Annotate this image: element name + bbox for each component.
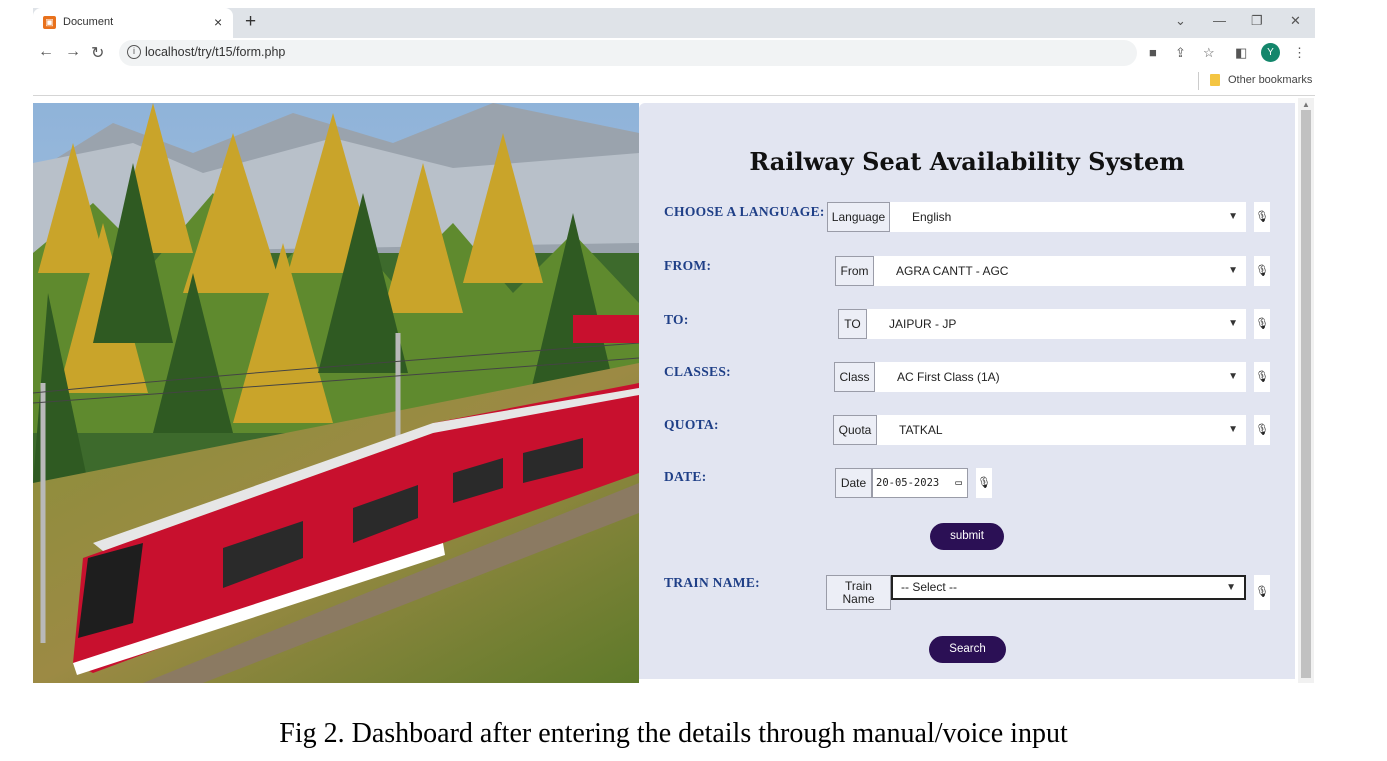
back-arrow-icon[interactable]: ← [38, 43, 54, 61]
mic-icon[interactable]: 🎙 [1254, 202, 1270, 232]
seat-form-panel: Railway Seat Availability System CHOOSE … [639, 103, 1295, 679]
quota-label: QUOTA: [664, 417, 719, 432]
figure-caption: Fig 2. Dashboard after entering the deta… [279, 718, 1068, 749]
class-addon: Class [834, 362, 875, 392]
date-input[interactable]: 20-05-2023 ▭ [872, 468, 968, 498]
info-icon[interactable]: i [127, 45, 141, 59]
url-text[interactable]: localhost/try/t15/form.php [145, 45, 285, 59]
camera-icon[interactable]: ■ [1149, 45, 1157, 60]
mic-icon[interactable]: 🎙 [1254, 309, 1270, 339]
page-viewport: Railway Seat Availability System CHOOSE … [33, 103, 1295, 683]
page-scrollbar[interactable]: ▲ [1298, 98, 1314, 683]
page: ▣ Document × + ⌄ — ❐ ✕ ← → ↻ i localhost… [0, 0, 1387, 761]
mic-icon[interactable]: 🎙 [1254, 415, 1270, 445]
folder-icon [1210, 74, 1220, 86]
train-addon-line2: Name [842, 592, 875, 606]
train-name-select[interactable]: -- Select -- ▼ [891, 575, 1246, 600]
train-name-addon: Train Name [826, 575, 891, 610]
date-addon: Date [835, 468, 872, 498]
document-favicon-icon: ▣ [43, 16, 56, 29]
scroll-up-icon[interactable]: ▲ [1302, 100, 1310, 109]
sidepanel-icon[interactable]: ◧ [1235, 45, 1247, 61]
language-addon: Language [827, 202, 890, 232]
profile-avatar[interactable]: Y [1261, 43, 1280, 62]
train-value: -- Select -- [901, 580, 958, 594]
quota-select[interactable]: TATKAL ▼ [877, 415, 1246, 445]
calendar-icon[interactable]: ▭ [955, 469, 962, 497]
from-addon: From [835, 256, 874, 286]
language-label: CHOOSE A LANGUAGE: [664, 204, 825, 219]
menu-dots-icon[interactable]: ⋮ [1293, 45, 1306, 61]
scroll-thumb[interactable] [1301, 110, 1311, 678]
bookmarks-divider [1198, 72, 1199, 90]
browser-chrome: ▣ Document × + ⌄ — ❐ ✕ ← → ↻ i localhost… [33, 8, 1315, 97]
close-window-icon[interactable]: ✕ [1290, 13, 1301, 29]
chevron-down-icon: ▼ [1228, 424, 1238, 435]
address-bar[interactable]: i localhost/try/t15/form.php [119, 40, 1137, 66]
tab-search-chevron-icon[interactable]: ⌄ [1175, 13, 1186, 29]
chevron-down-icon: ▼ [1228, 371, 1238, 382]
language-value: English [912, 210, 952, 224]
date-value: 20-05-2023 [876, 477, 940, 489]
quota-value: TATKAL [899, 423, 943, 437]
chevron-down-icon: ▼ [1228, 265, 1238, 276]
minimize-icon[interactable]: — [1213, 13, 1226, 28]
tab-title: Document [63, 16, 114, 28]
mic-icon[interactable]: 🎙 [1254, 575, 1270, 610]
chevron-down-icon: ▼ [1228, 211, 1238, 222]
submit-button[interactable]: submit [930, 523, 1004, 550]
address-row: ← → ↻ i localhost/try/t15/form.php ■ ⇪ ☆… [33, 38, 1315, 70]
quota-addon: Quota [833, 415, 877, 445]
share-icon[interactable]: ⇪ [1175, 45, 1186, 61]
language-select[interactable]: English ▼ [890, 202, 1246, 232]
train-landscape-image [33, 103, 639, 683]
tab-strip: ▣ Document × + ⌄ — ❐ ✕ [33, 8, 1315, 38]
restore-icon[interactable]: ❐ [1251, 13, 1263, 29]
mic-icon[interactable]: 🎙 [1254, 256, 1270, 286]
to-addon: TO [838, 309, 867, 339]
reload-icon[interactable]: ↻ [91, 43, 104, 63]
page-title: Railway Seat Availability System [749, 147, 1185, 176]
bookmarks-bar: Other bookmarks [33, 70, 1315, 96]
to-label: TO: [664, 312, 689, 327]
to-value: JAIPUR - JP [889, 317, 957, 331]
search-button[interactable]: Search [929, 636, 1006, 663]
mic-icon[interactable]: 🎙 [976, 468, 992, 498]
forward-arrow-icon[interactable]: → [65, 43, 81, 61]
from-station-select[interactable]: AGRA CANTT - AGC ▼ [874, 256, 1246, 286]
new-tab-button[interactable]: + [245, 11, 256, 33]
star-icon[interactable]: ☆ [1203, 45, 1215, 61]
train-addon-line1: Train [845, 579, 872, 593]
to-station-select[interactable]: JAIPUR - JP ▼ [867, 309, 1246, 339]
from-value: AGRA CANTT - AGC [896, 264, 1009, 278]
browser-tab[interactable]: ▣ Document × [33, 8, 233, 38]
chevron-down-icon: ▼ [1226, 582, 1236, 593]
tab-close-icon[interactable]: × [214, 14, 222, 30]
class-value: AC First Class (1A) [897, 370, 1000, 384]
from-label: FROM: [664, 258, 712, 273]
mic-icon[interactable]: 🎙 [1254, 362, 1270, 392]
date-label: DATE: [664, 469, 707, 484]
other-bookmarks-link[interactable]: Other bookmarks [1228, 74, 1312, 86]
class-select[interactable]: AC First Class (1A) ▼ [875, 362, 1246, 392]
train-name-label: TRAIN NAME: [664, 575, 760, 590]
chevron-down-icon: ▼ [1228, 318, 1238, 329]
train-photo [33, 103, 639, 683]
classes-label: CLASSES: [664, 364, 731, 379]
